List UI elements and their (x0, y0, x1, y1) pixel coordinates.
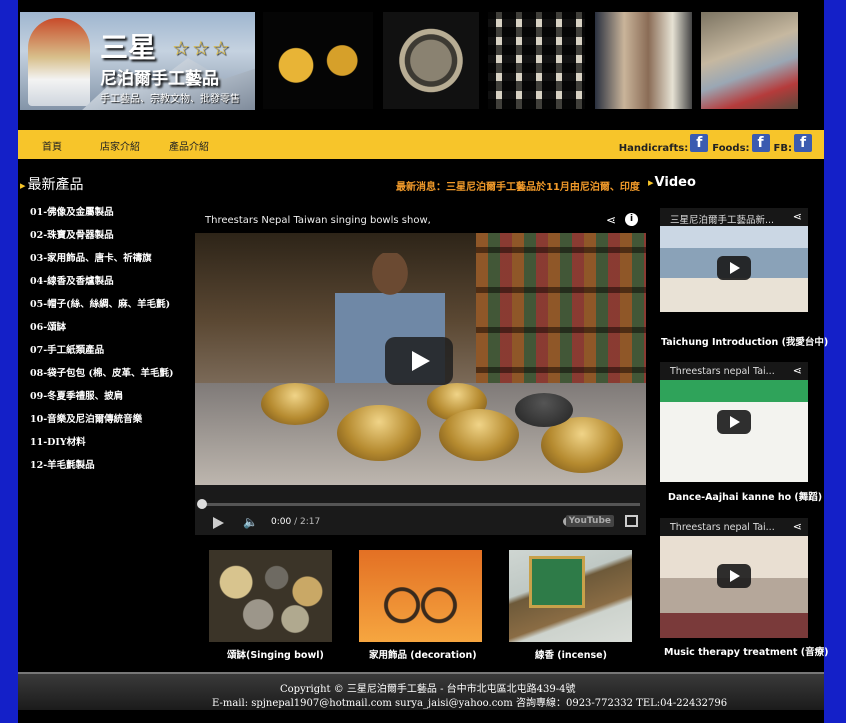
play-button[interactable] (385, 337, 453, 385)
sidebar-item[interactable]: 02-珠寶及骨器製品 (30, 227, 173, 250)
play-button[interactable] (717, 410, 751, 434)
duration: / 2:17 (294, 517, 321, 527)
product-image-incense[interactable] (509, 550, 632, 642)
bowl-image (261, 383, 329, 425)
bowl-image (439, 409, 519, 461)
video-title[interactable]: Threestars Nepal Taiwan singing bowls sh… (205, 215, 431, 226)
side-video[interactable]: Threestars nepal Tai... ⋖ (660, 518, 808, 638)
side-video-label[interactable]: Dance-Aajhai kanne ho (舞蹈) (668, 489, 822, 503)
side-video-title[interactable]: 三星尼泊爾手工藝品新... (660, 208, 808, 226)
page: 三星 ☆☆☆ 尼泊爾手工藝品 手工藝品、宗教文物、批發零售 首頁 店家介紹 產品… (18, 0, 828, 723)
banner-photo-jewelry (488, 12, 585, 109)
product-label[interactable]: 頌缽(Singing bowl) (227, 647, 324, 661)
share-icon[interactable]: ⋖ (793, 210, 802, 223)
banner-photo-singing-bowl (383, 12, 479, 109)
product-image-decoration[interactable] (359, 550, 482, 642)
banner-photo-buddha (263, 12, 373, 109)
product-category-list: 01-佛像及金屬製品 02-珠寶及骨器製品 03-家用飾品、唐卡、祈禱旗 04-… (30, 204, 173, 480)
info-icon[interactable]: i (625, 213, 638, 226)
sidebar-item[interactable]: 10-音樂及尼泊爾傳統音樂 (30, 411, 173, 434)
header: 三星 ☆☆☆ 尼泊爾手工藝品 手工藝品、宗教文物、批發零售 (18, 0, 824, 128)
side-video-title[interactable]: Threestars nepal Tai... (660, 518, 808, 536)
sidebar-item[interactable]: 06-頌缽 (30, 319, 173, 342)
social-links: Handicrafts: f Foods: f FB: f (619, 134, 814, 156)
video-thumbnail[interactable] (195, 233, 646, 485)
stupa-image (28, 18, 90, 106)
banner-photo-bangles (595, 12, 692, 109)
handicrafts-label: Handicrafts: (618, 143, 689, 154)
current-time: 0:00 (271, 517, 292, 527)
top-nav: 首頁 店家介紹 產品介紹 Handicrafts: f Foods: f FB:… (18, 130, 824, 159)
product-image-singing-bowl[interactable] (209, 550, 332, 642)
nav-home[interactable]: 首頁 (42, 138, 62, 153)
fb-label: FB: (773, 143, 792, 154)
sidebar-item[interactable]: 03-家用飾品、唐卡、祈禱旗 (30, 250, 173, 273)
sidebar-item[interactable]: 12-羊毛氈製品 (30, 457, 173, 480)
sidebar-item[interactable]: 07-手工紙類產品 (30, 342, 173, 365)
share-icon[interactable]: ⋖ (793, 364, 802, 377)
play-icon[interactable] (213, 517, 224, 529)
foods-label: Foods: (712, 143, 750, 154)
main-video-player[interactable]: Threestars Nepal Taiwan singing bowls sh… (195, 207, 646, 535)
facebook-icon[interactable]: f (751, 134, 770, 152)
logo-subtitle: 尼泊爾手工藝品 (100, 69, 219, 89)
video-heading: Video (648, 175, 696, 190)
nav-about[interactable]: 店家介紹 (100, 138, 140, 153)
play-button[interactable] (717, 256, 751, 280)
product-label[interactable]: 家用飾品 (decoration) (369, 647, 477, 661)
bowl-image (337, 405, 421, 461)
sidebar-item[interactable]: 11-DIY材料 (30, 434, 173, 457)
product-label[interactable]: 線香 (incense) (535, 647, 607, 661)
sidebar-title: 最新產品 (20, 174, 84, 194)
play-button[interactable] (717, 564, 751, 588)
facebook-icon[interactable]: f (690, 134, 709, 152)
bowl-image (515, 393, 573, 427)
side-video-label[interactable]: Taichung Introduction (我愛台中) (661, 334, 828, 348)
video-controls: 🔈 0:00 / 2:17 YouTube (195, 485, 646, 535)
video-title-bar: Threestars Nepal Taiwan singing bowls sh… (195, 207, 646, 233)
footer: Copyright © 三星尼泊爾手工藝品 - 台中市北屯區北屯路439-4號 … (18, 672, 824, 710)
nav-products[interactable]: 產品介紹 (169, 138, 209, 153)
youtube-logo[interactable]: YouTube (565, 515, 614, 527)
share-icon[interactable]: ⋖ (793, 520, 802, 533)
progress-bar[interactable] (201, 503, 640, 506)
sidebar-item[interactable]: 01-佛像及金屬製品 (30, 204, 173, 227)
progress-handle[interactable] (197, 499, 207, 509)
side-video-title[interactable]: Threestars nepal Tai... (660, 362, 808, 380)
footer-copyright: Copyright © 三星尼泊爾手工藝品 - 台中市北屯區北屯路439-4號 (280, 684, 576, 695)
side-video[interactable]: Threestars nepal Tai... ⋖ (660, 362, 808, 482)
volume-icon[interactable]: 🔈 (243, 515, 258, 529)
sidebar-item[interactable]: 04-線香及香爐製品 (30, 273, 173, 296)
logo-title: 三星 (100, 31, 157, 64)
facebook-icon[interactable]: f (794, 134, 812, 152)
site-logo[interactable]: 三星 ☆☆☆ 尼泊爾手工藝品 手工藝品、宗教文物、批發零售 (20, 12, 255, 110)
share-icon[interactable]: ⋖ (606, 213, 616, 227)
time-display: 0:00 / 2:17 (271, 517, 320, 527)
sidebar-item[interactable]: 09-冬夏季禮服、披肩 (30, 388, 173, 411)
sidebar-item[interactable]: 05-帽子(絲、絲綢、麻、羊毛氈) (30, 296, 173, 319)
side-video-label[interactable]: Music therapy treatment (音療) (664, 644, 828, 658)
sidebar-item[interactable]: 08-袋子包包 (棉、皮革、羊毛氈) (30, 365, 173, 388)
logo-tagline: 手工藝品、宗教文物、批發零售 (100, 94, 240, 105)
side-video[interactable]: 三星尼泊爾手工藝品新... ⋖ (660, 208, 808, 312)
banner-photo-weaving (701, 12, 798, 109)
fullscreen-icon[interactable] (625, 515, 638, 527)
logo-stars: ☆☆☆ (172, 36, 232, 60)
footer-contact: E-mail: spjnepal1907@hotmail.com surya_j… (212, 698, 728, 709)
news-marquee[interactable]: 最新消息：三星尼泊爾手工藝品於11月由尼泊爾、印度 (396, 178, 648, 193)
